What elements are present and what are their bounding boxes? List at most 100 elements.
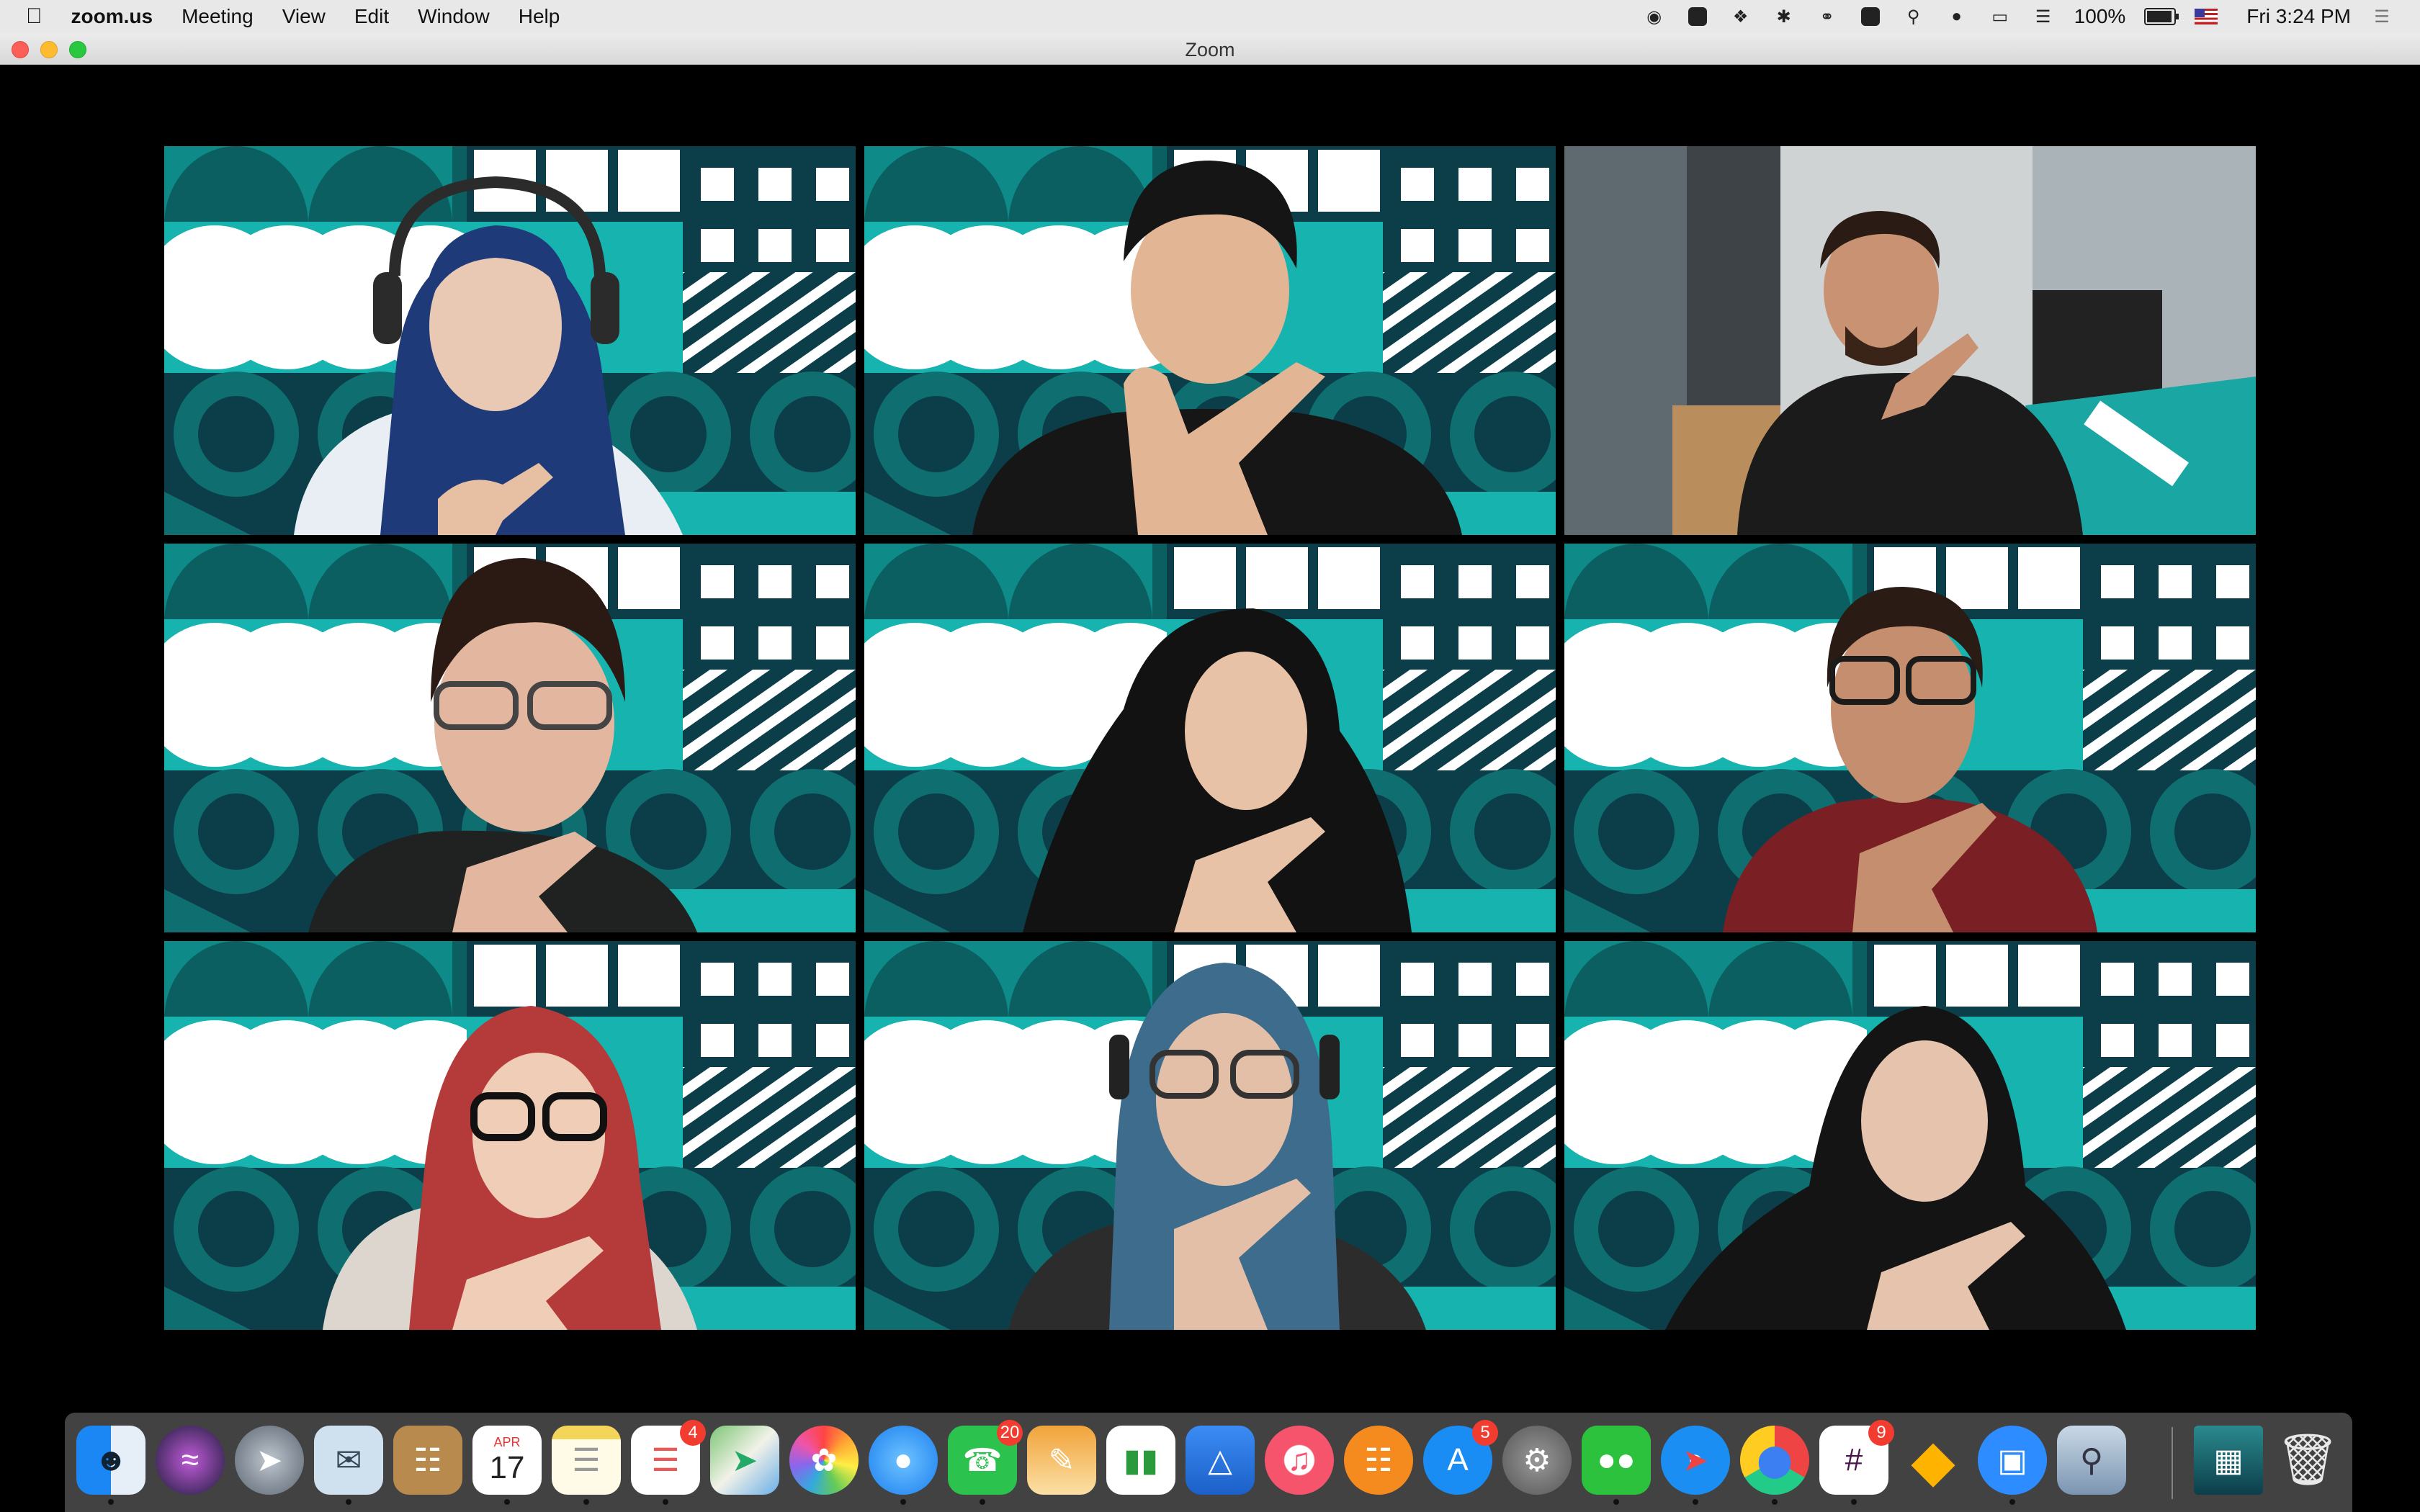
- dropbox-status-icon[interactable]: ❖: [1729, 6, 1753, 27]
- siri-icon: ≈: [181, 1442, 200, 1477]
- app-store-icon: A: [1447, 1442, 1469, 1477]
- wechat-icon: ●●: [1597, 1442, 1636, 1477]
- dock-chrome[interactable]: ⬤: [1740, 1426, 1809, 1505]
- dock-preview[interactable]: ⚲: [2057, 1426, 2126, 1495]
- input-source-flag-icon[interactable]: [2195, 9, 2218, 24]
- menu-bar:  zoom.us Meeting View Edit Window Help …: [0, 0, 2420, 33]
- video-tile-5[interactable]: [864, 544, 1556, 932]
- airplay-icon[interactable]: ▭: [1988, 6, 2012, 27]
- status-app-icon[interactable]: ✱: [1772, 6, 1796, 27]
- menu-meeting[interactable]: Meeting: [182, 5, 254, 28]
- reminders-badge: 4: [680, 1420, 706, 1446]
- dock-system-preferences[interactable]: ⚙: [1502, 1426, 1572, 1495]
- dock-launchpad[interactable]: ➤: [235, 1426, 304, 1495]
- notes-icon: ☰: [572, 1442, 601, 1478]
- battery-percent: 100%: [2074, 5, 2126, 27]
- dock-wechat[interactable]: ●●: [1582, 1426, 1651, 1505]
- participant-video: [1723, 587, 2097, 932]
- battery-icon[interactable]: [2144, 8, 2179, 25]
- facetime-icon: ☎: [962, 1442, 1003, 1478]
- trash-icon: 🗑: [2275, 1431, 2340, 1488]
- downloads-stack-icon: ▦: [2213, 1442, 2244, 1478]
- participant-video: [308, 558, 697, 932]
- menu-help[interactable]: Help: [519, 5, 560, 28]
- dock-slack[interactable]: # 9: [1819, 1420, 1894, 1505]
- dock-messages[interactable]: ●: [869, 1426, 938, 1505]
- apple-menu-icon[interactable]: : [26, 4, 42, 29]
- messages-icon: ●: [893, 1442, 913, 1477]
- creative-cloud-status-icon[interactable]: ⚭: [1815, 6, 1839, 27]
- dock-notes[interactable]: ☰: [552, 1426, 621, 1505]
- window-title: Zoom: [1185, 39, 1235, 60]
- dock: ☻ ≈ ➤ ✉ ☷ APR 17 ☰ ☰ 4 ➤ ✿ ● ☎ 20 ✎ ▮▮ △…: [65, 1413, 2352, 1512]
- dock-numbers[interactable]: ▮▮: [1106, 1426, 1175, 1495]
- dock-maps[interactable]: ➤: [710, 1426, 779, 1495]
- video-tile-1[interactable]: [164, 146, 856, 535]
- dock-app-store[interactable]: A 5: [1423, 1420, 1498, 1495]
- dock-trash[interactable]: 🗑: [2273, 1426, 2342, 1495]
- dock-safari[interactable]: ➤: [1661, 1426, 1730, 1505]
- dock-keynote[interactable]: △: [1186, 1426, 1255, 1495]
- dock-facetime[interactable]: ☎ 20: [948, 1420, 1023, 1505]
- participant-video: [323, 1006, 697, 1330]
- spotlight-search-icon[interactable]: ⚲: [1901, 6, 1926, 27]
- dock-sketch[interactable]: ◆: [1899, 1426, 1968, 1495]
- photos-icon: ✿: [810, 1442, 838, 1478]
- dock-siri[interactable]: ≈: [156, 1426, 225, 1495]
- calendar-month: APR: [493, 1434, 521, 1449]
- mail-icon: ✉: [335, 1442, 362, 1478]
- slack-icon: #: [1845, 1442, 1863, 1477]
- participant-video: [1737, 211, 2083, 535]
- zoom-status-icon[interactable]: [1685, 6, 1710, 27]
- wechat-status-icon[interactable]: ◉: [1642, 6, 1667, 27]
- dock-separator: [2172, 1427, 2173, 1499]
- video-tile-2-active-speaker[interactable]: [864, 146, 1556, 535]
- participant-video: [972, 161, 1462, 535]
- wifi-icon[interactable]: ☰: [2031, 6, 2056, 27]
- dock-zoom[interactable]: ▣: [1978, 1426, 2047, 1505]
- calendar-day: 17: [489, 1449, 525, 1485]
- keynote-icon: △: [1208, 1442, 1232, 1478]
- video-tile-7[interactable]: [164, 941, 856, 1330]
- dock-pages[interactable]: ✎: [1027, 1426, 1096, 1495]
- music-icon: ♫: [1287, 1442, 1312, 1477]
- video-tile-6[interactable]: [1564, 544, 2256, 932]
- zoom-icon: ▣: [1997, 1442, 2027, 1478]
- bookmark-status-icon[interactable]: [1858, 6, 1883, 27]
- dock-contacts[interactable]: ☷: [393, 1426, 462, 1495]
- notification-center-icon[interactable]: ☰: [2370, 6, 2394, 27]
- dock-photos[interactable]: ✿: [789, 1426, 859, 1495]
- contacts-icon: ☷: [413, 1442, 442, 1478]
- video-tile-9[interactable]: [1564, 941, 2256, 1330]
- dock-reminders[interactable]: ☰ 4: [631, 1420, 706, 1505]
- pages-icon: ✎: [1048, 1442, 1075, 1478]
- siri-status-icon[interactable]: ●: [1945, 6, 1969, 27]
- participant-video: [1008, 963, 1426, 1330]
- chrome-icon: ⬤: [1757, 1442, 1793, 1478]
- reminders-icon: ☰: [651, 1442, 680, 1478]
- menu-app-name[interactable]: zoom.us: [71, 5, 153, 28]
- system-preferences-icon: ⚙: [1523, 1442, 1551, 1478]
- participant-video: [294, 176, 683, 535]
- preview-icon: ⚲: [2079, 1442, 2104, 1478]
- dock-calendar[interactable]: APR 17: [472, 1426, 542, 1505]
- menu-clock[interactable]: Fri 3:24 PM: [2246, 5, 2351, 28]
- facetime-badge: 20: [997, 1420, 1023, 1446]
- menu-window[interactable]: Window: [418, 5, 490, 28]
- dock-downloads-stack[interactable]: ▦: [2194, 1426, 2263, 1495]
- dock-finder[interactable]: ☻: [76, 1426, 145, 1505]
- video-tile-4[interactable]: [164, 544, 856, 932]
- video-tile-8[interactable]: [864, 941, 1556, 1330]
- dock-books[interactable]: ☷: [1344, 1426, 1413, 1495]
- gallery-view: [164, 146, 2256, 1330]
- app-store-badge: 5: [1472, 1420, 1498, 1446]
- finder-icon: ☻: [94, 1442, 128, 1477]
- menu-view[interactable]: View: [282, 5, 326, 28]
- menu-edit[interactable]: Edit: [354, 5, 389, 28]
- participant-video: [1665, 1006, 2126, 1330]
- books-icon: ☷: [1364, 1442, 1393, 1478]
- participant-video: [1023, 608, 1412, 932]
- dock-music[interactable]: ♫: [1265, 1426, 1334, 1495]
- video-tile-3[interactable]: [1564, 146, 2256, 535]
- dock-mail[interactable]: ✉: [314, 1426, 383, 1505]
